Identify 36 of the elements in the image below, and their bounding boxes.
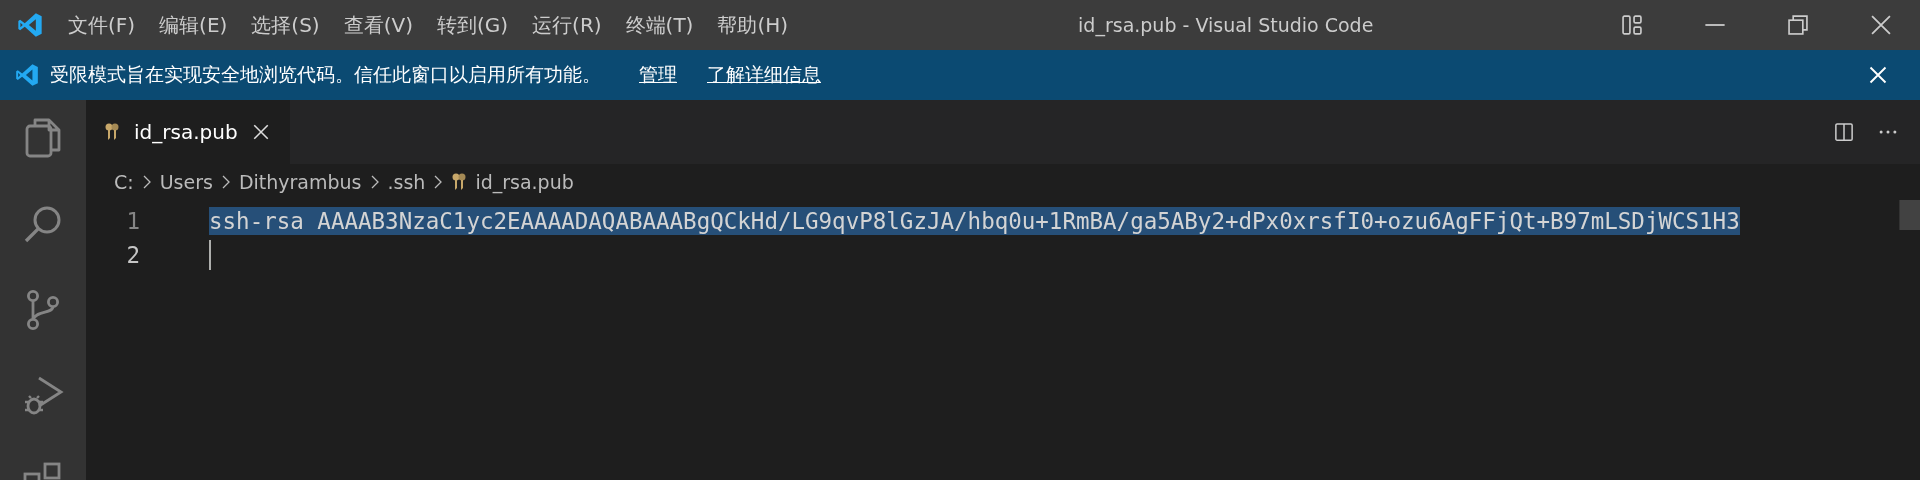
close-icon[interactable] [1870, 14, 1892, 36]
key-icon [104, 122, 120, 142]
menu-item[interactable]: 文件(F) [68, 11, 136, 39]
logo-icon [16, 11, 44, 39]
banner-link[interactable]: 管理 [639, 62, 677, 88]
key-icon [451, 172, 468, 192]
chevron-icon [220, 174, 231, 190]
menu-item[interactable]: 帮助(H) [717, 11, 789, 39]
menu-item[interactable]: 编辑(E) [159, 11, 228, 39]
close-icon[interactable] [251, 123, 270, 141]
breadcrumb-item[interactable]: id_rsa.pub [475, 171, 574, 193]
layout-icon[interactable] [1621, 14, 1643, 36]
code-text: ssh-rsa AAAAB3NzaC1yc2EAAAADAQABAAABgQCkHd/LG9qvP8lGzJA/hbq0u+1RmBA/ga5ABy2+dPx0xrsfI0+ozu6AgFFjQt+B97mLSDjWCS1H3 [209, 208, 1740, 234]
window-title: id_rsa.pub - Visual Studio Code [1078, 14, 1374, 36]
line-number: 2 [125, 242, 140, 268]
menu-item[interactable]: 查看(V) [343, 11, 413, 39]
chevron-icon [433, 174, 444, 190]
menu-item[interactable]: 选择(S) [251, 11, 320, 39]
line-number: 1 [125, 208, 140, 234]
scrollbar [1899, 200, 1920, 230]
restore-icon[interactable] [1787, 14, 1809, 36]
text-cursor [209, 240, 211, 270]
chevron-icon [369, 174, 380, 190]
menu-item[interactable]: 运行(R) [532, 11, 602, 39]
banner-message: 受限模式旨在实现安全地浏览代码。信任此窗口以启用所有功能。 [50, 62, 601, 87]
breadcrumb-item[interactable]: Users [159, 171, 213, 193]
breadcrumb-item[interactable]: C: [114, 171, 134, 193]
menu-item[interactable]: 终端(T) [625, 11, 694, 39]
breadcrumb-item[interactable]: .ssh [387, 171, 426, 193]
logo-icon [14, 62, 40, 88]
split-editor-icon[interactable] [1834, 122, 1854, 142]
breadcrumb-item[interactable]: Dithyrambus [238, 171, 362, 193]
menu-item[interactable]: 转到(G) [436, 11, 509, 39]
editor-tab[interactable]: id_rsa.pub [86, 100, 290, 164]
banner-link[interactable]: 了解详细信息 [707, 62, 821, 88]
chevron-icon [141, 174, 152, 190]
